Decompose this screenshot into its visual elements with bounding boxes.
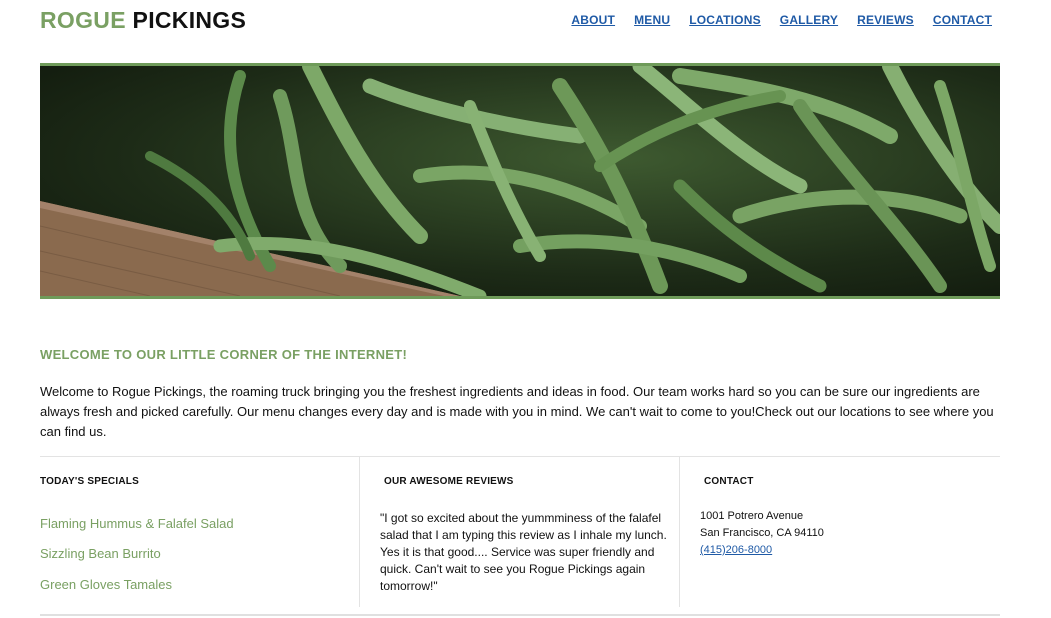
contact-column: CONTACT 1001 Potrero Avenue San Francisc… <box>700 476 984 556</box>
reviews-column: OUR AWESOME REVIEWS "I got so excited ab… <box>380 476 669 593</box>
footer-divider <box>40 614 1000 616</box>
nav-contact[interactable]: CONTACT <box>933 13 992 27</box>
nav-reviews[interactable]: REVIEWS <box>857 13 914 27</box>
contact-phone-link[interactable]: (415)206-8000 <box>700 544 772 556</box>
hero-image <box>40 63 1000 299</box>
specials-heading: TODAY'S SPECIALS <box>40 476 139 487</box>
nav-gallery[interactable]: GALLERY <box>780 13 838 27</box>
contact-address-line1: 1001 Potrero Avenue <box>700 510 804 522</box>
contact-address-line2: San Francisco, CA 94110 <box>700 527 824 539</box>
site-header: ROGUE PICKINGS ABOUT MENU LOCATIONS GALL… <box>40 6 1000 46</box>
column-divider <box>679 457 680 607</box>
logo-word-rogue: ROGUE <box>40 7 126 33</box>
main-nav: ABOUT MENU LOCATIONS GALLERY REVIEWS CON… <box>571 13 992 27</box>
column-divider <box>359 457 360 607</box>
welcome-heading: WELCOME TO OUR LITTLE CORNER OF THE INTE… <box>40 347 408 362</box>
specials-column: TODAY'S SPECIALS Flaming Hummus & Falafe… <box>40 476 340 592</box>
nav-menu[interactable]: MENU <box>634 13 670 27</box>
contact-heading: CONTACT <box>704 476 754 487</box>
logo-word-pickings: PICKINGS <box>132 7 247 33</box>
review-quote: "I got so excited about the yummminess o… <box>380 511 667 593</box>
site-logo[interactable]: ROGUE PICKINGS <box>40 6 246 34</box>
special-item[interactable]: Sizzling Bean Burrito <box>40 546 161 561</box>
nav-about[interactable]: ABOUT <box>571 13 615 27</box>
section-divider <box>40 456 1000 457</box>
special-item[interactable]: Flaming Hummus & Falafel Salad <box>40 516 234 531</box>
green-beans-photo <box>40 66 1000 296</box>
nav-locations[interactable]: LOCATIONS <box>689 13 761 27</box>
welcome-paragraph: Welcome to Rogue Pickings, the roaming t… <box>40 384 994 439</box>
special-item[interactable]: Green Gloves Tamales <box>40 577 172 592</box>
reviews-heading: OUR AWESOME REVIEWS <box>384 476 514 487</box>
